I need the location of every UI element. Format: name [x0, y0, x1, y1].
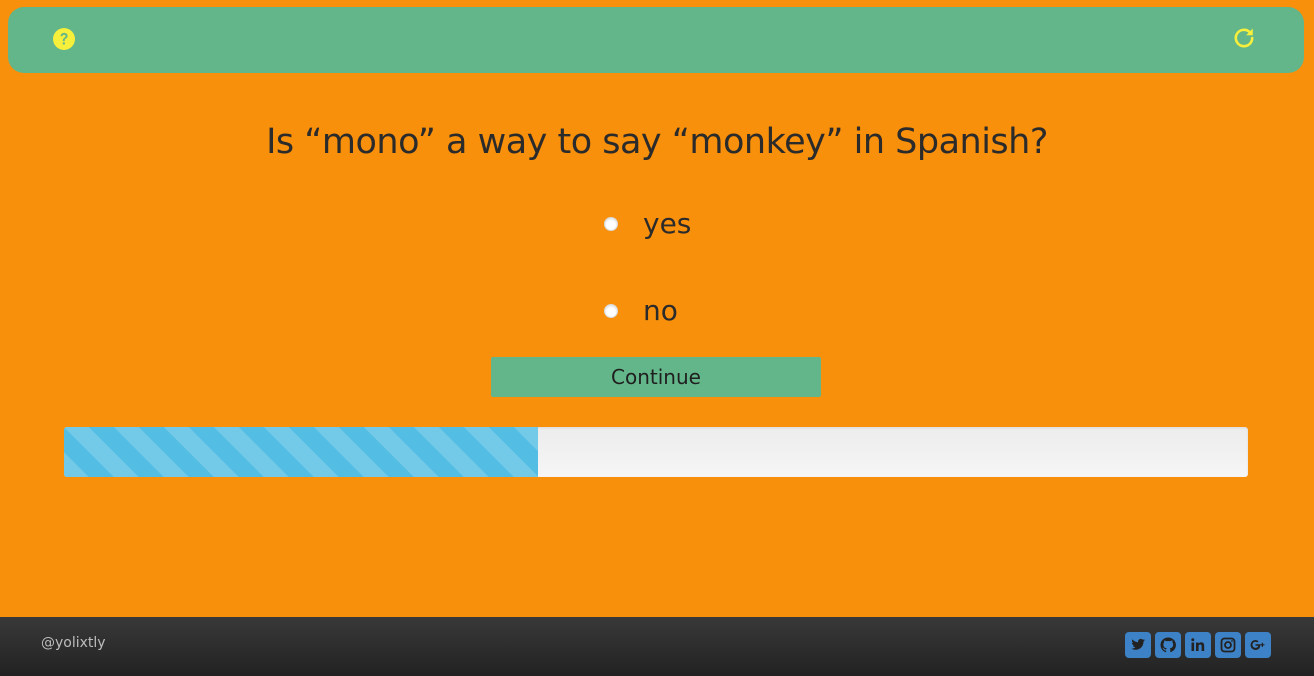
question-text: Is “mono” a way to say “monkey” in Spani… — [266, 122, 1048, 162]
refresh-icon — [1234, 28, 1254, 48]
footer-handle[interactable]: @yolixtly — [41, 635, 106, 651]
social-links — [1125, 632, 1271, 658]
radio-no[interactable] — [604, 303, 618, 318]
option-label-yes: yes — [643, 207, 692, 240]
option-yes[interactable]: yes — [604, 207, 691, 240]
twitter-icon[interactable] — [1125, 632, 1151, 658]
top-bar — [8, 7, 1304, 73]
reload-button[interactable] — [1231, 25, 1257, 51]
option-no[interactable]: no — [604, 294, 678, 327]
progress-bar — [64, 427, 1248, 477]
progress-fill — [64, 427, 538, 477]
radio-yes[interactable] — [604, 216, 618, 231]
option-label-no: no — [643, 294, 678, 327]
google-plus-icon[interactable] — [1245, 632, 1271, 658]
continue-button[interactable]: Continue — [491, 357, 821, 397]
quiz-page: Is “mono” a way to say “monkey” in Spani… — [0, 0, 1314, 676]
question-circle-icon — [53, 28, 75, 50]
footer: @yolixtly — [0, 617, 1314, 676]
linkedin-icon[interactable] — [1185, 632, 1211, 658]
help-button[interactable] — [51, 26, 77, 52]
github-icon[interactable] — [1155, 632, 1181, 658]
instagram-icon[interactable] — [1215, 632, 1241, 658]
